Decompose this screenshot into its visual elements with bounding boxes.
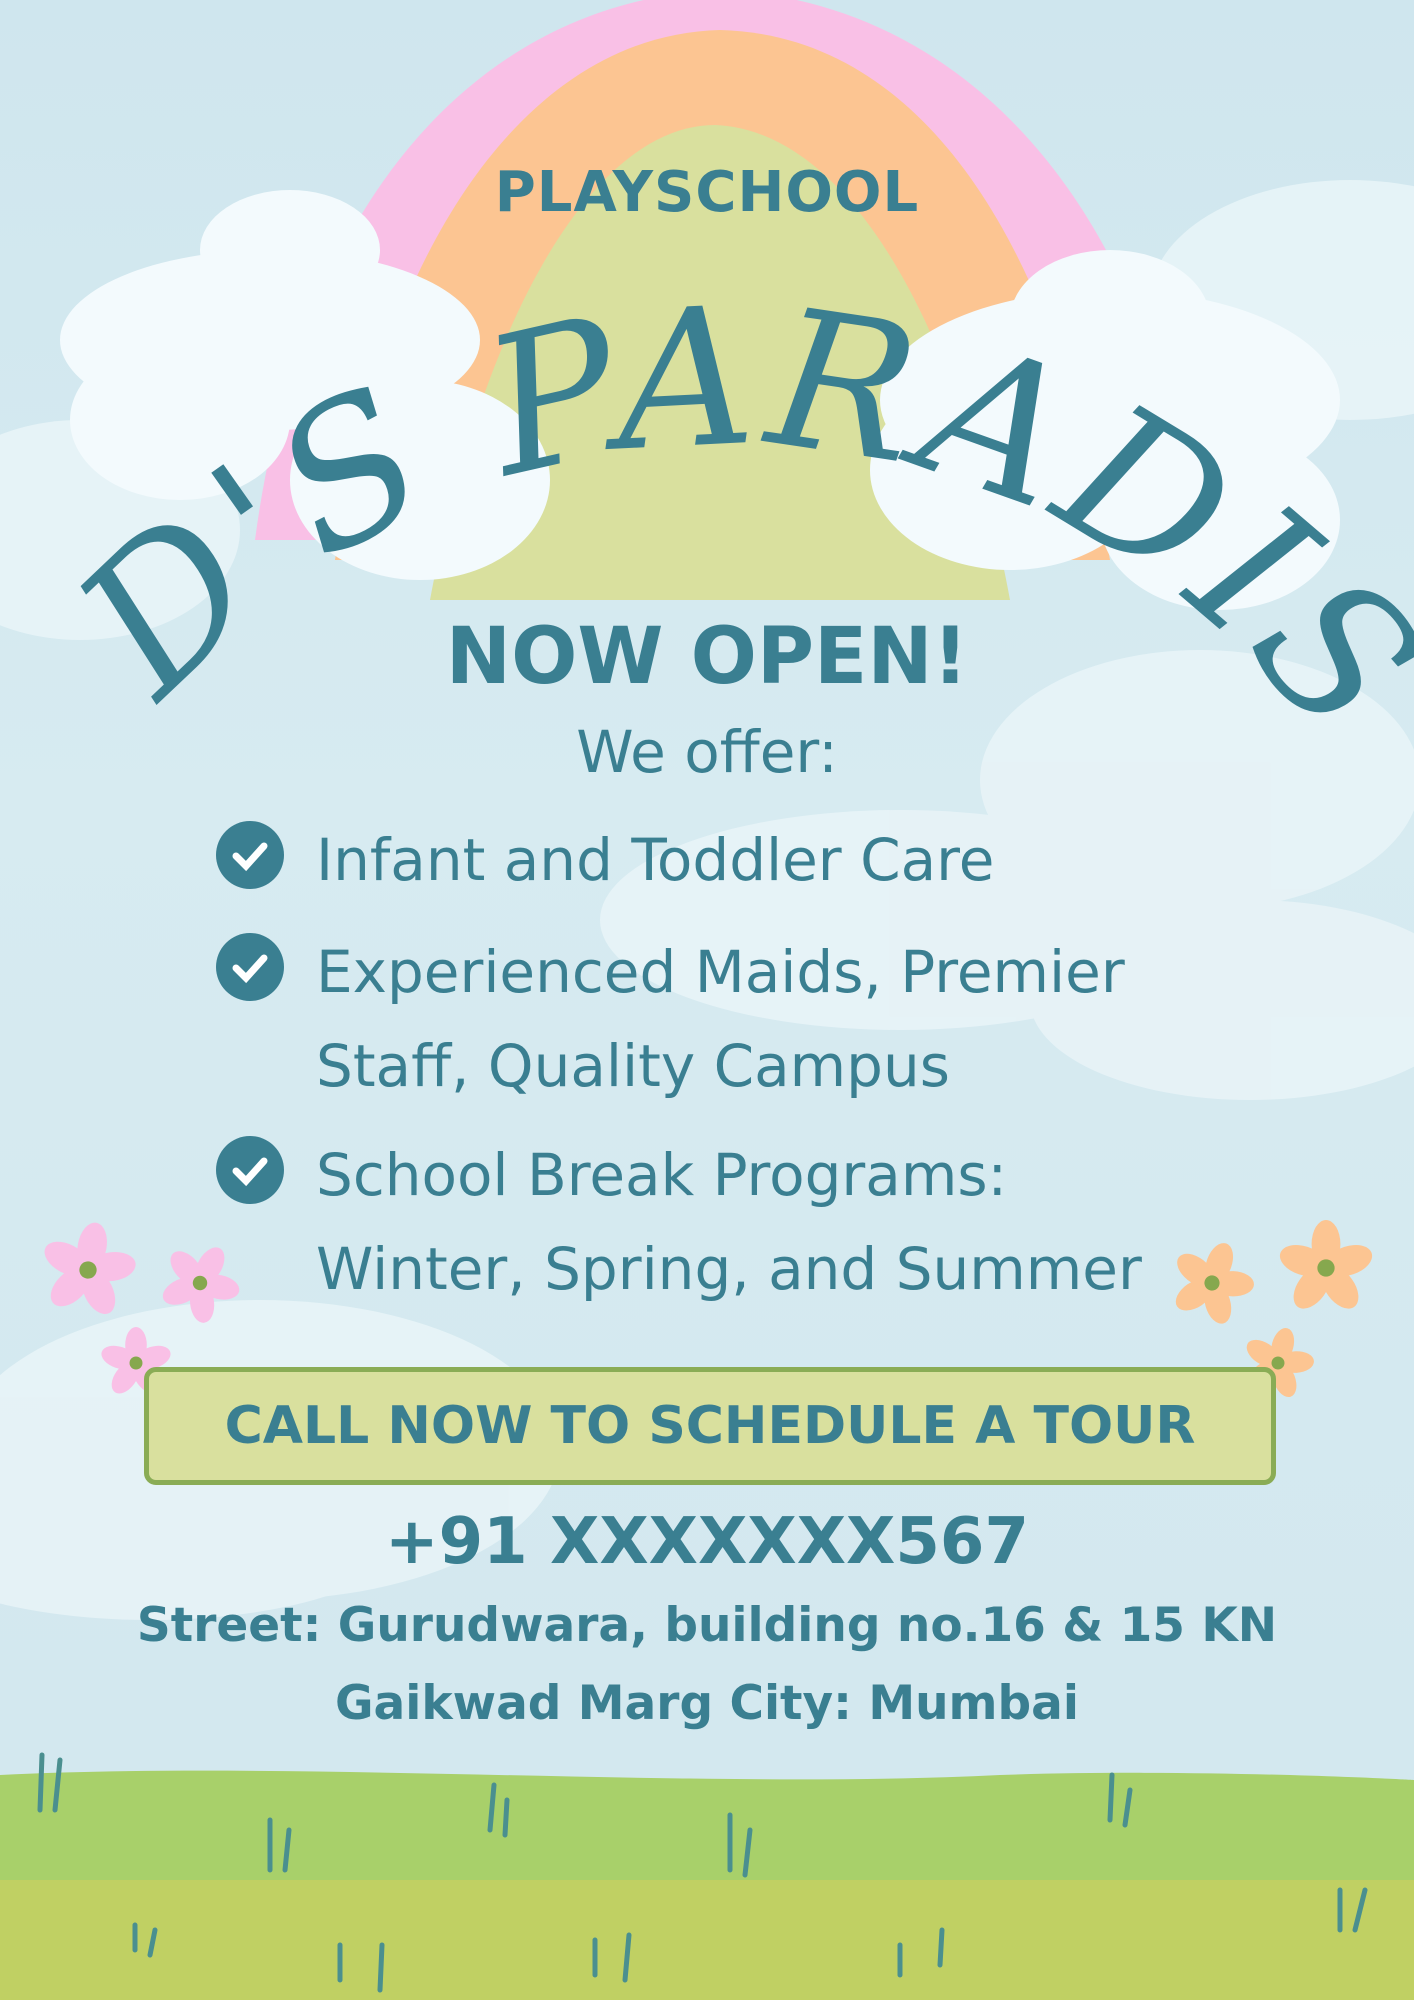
offer-text: Experienced Maids, Premier	[316, 938, 1125, 1006]
check-circle-icon	[216, 1136, 284, 1204]
offer-item: Infant and Toddler Care	[216, 813, 1216, 907]
offer-text: Winter, Spring, and Summer	[316, 1235, 1142, 1303]
eyebrow-title: PLAYSCHOOL	[494, 160, 920, 225]
flower-icon	[44, 1222, 136, 1315]
schedule-tour-button[interactable]: CALL NOW TO SCHEDULE A TOUR	[144, 1367, 1276, 1485]
now-open-heading: NOW OPEN!	[445, 612, 969, 702]
flower-icon	[1279, 1220, 1373, 1309]
check-circle-icon	[216, 821, 284, 889]
offer-text: Staff, Quality Campus	[316, 1032, 950, 1100]
address-line-1: Street: Gurudwara, building no.16 & 15 K…	[136, 1598, 1278, 1653]
offer-item: Experienced Maids, Premier Staff, Qualit…	[216, 925, 1216, 1113]
offer-item: School Break Programs: Winter, Spring, a…	[216, 1128, 1216, 1316]
offer-text: Infant and Toddler Care	[316, 826, 995, 894]
offer-heading: We offer:	[576, 718, 838, 786]
offer-text: School Break Programs:	[316, 1141, 1008, 1209]
phone-number[interactable]: +91 XXXXXXX567	[0, 1505, 1414, 1579]
address-line-2: Gaikwad Marg City: Mumbai	[334, 1676, 1079, 1731]
check-circle-icon	[216, 933, 284, 1001]
